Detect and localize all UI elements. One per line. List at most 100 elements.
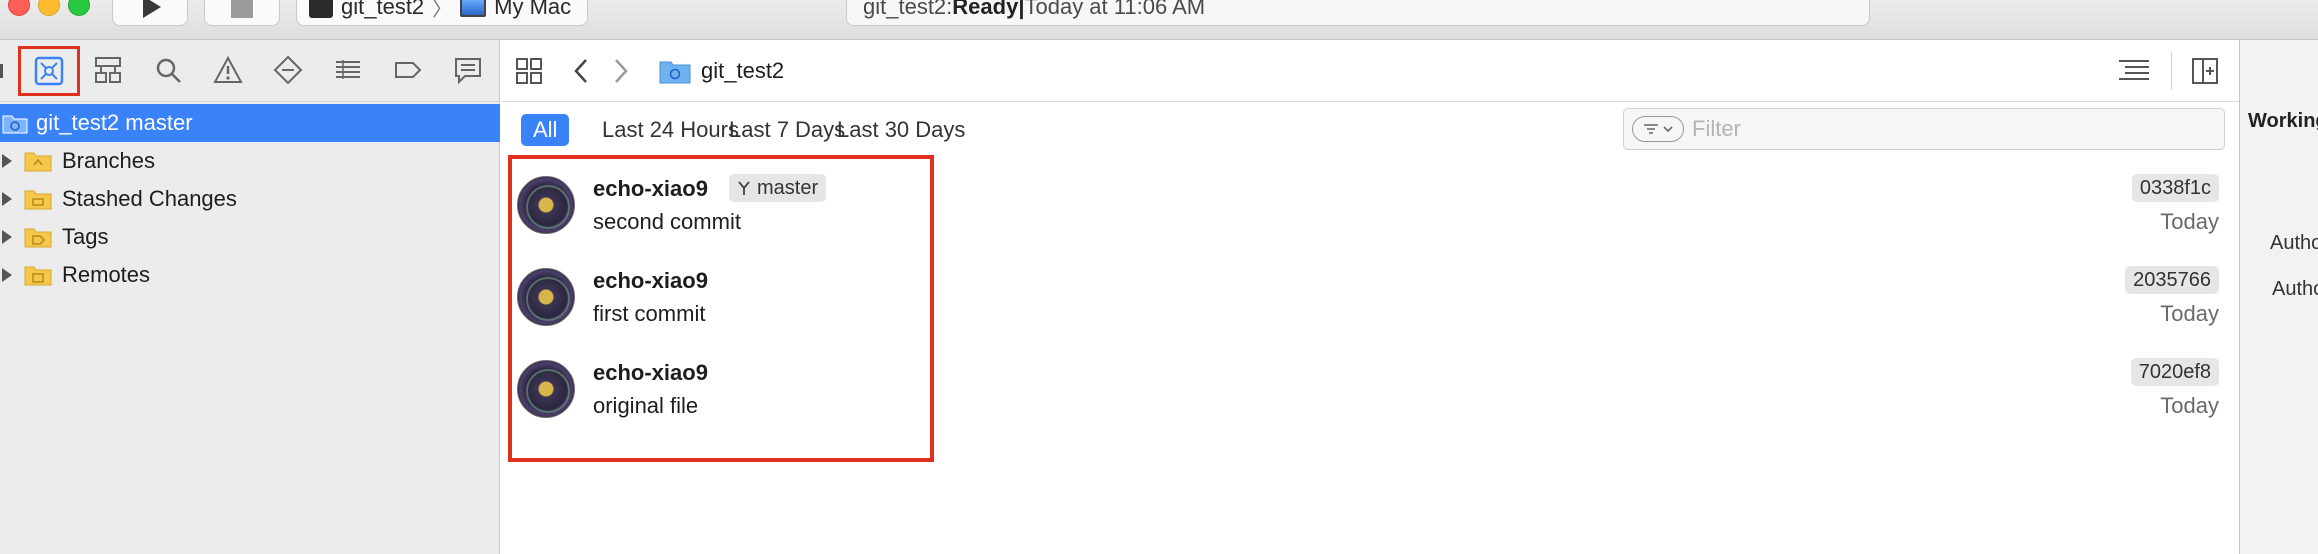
branches-folder-icon (24, 150, 52, 172)
activity-time: Today at 11:06 AM (1024, 0, 1206, 19)
diamond-test-icon (273, 55, 303, 85)
commit-row[interactable]: echo-xiao9 first commit 2035766 Today (501, 250, 2239, 342)
branch-badge: master (729, 174, 827, 202)
tab-issue-navigator[interactable] (208, 50, 248, 90)
filter-tab-last-30-days[interactable]: Last 30 Days (825, 114, 977, 146)
tab-source-control-navigator[interactable] (18, 46, 80, 96)
repository-folder-icon (2, 115, 28, 134)
scheme-selector[interactable]: git_test2 〉 My Mac (296, 0, 589, 26)
commit-author: echo-xiao9 (593, 360, 708, 385)
filter-field[interactable]: Filter (1623, 108, 2225, 150)
stop-button[interactable] (204, 0, 280, 26)
debug-list-icon (336, 60, 360, 79)
disclosure-triangle-icon[interactable] (2, 268, 12, 282)
tab-breakpoint-navigator[interactable] (388, 50, 428, 90)
run-button[interactable] (112, 0, 188, 26)
activity-viewer: git_test2: Ready | Today at 11:06 AM (846, 0, 1870, 26)
stop-icon (231, 0, 253, 18)
history-filter-bar: All Last 24 Hours Last 7 Days Last 30 Da… (501, 102, 2239, 158)
commit-date: Today (2160, 393, 2219, 418)
hierarchy-icon (95, 57, 121, 83)
inspector-author-label: Author (2270, 232, 2318, 254)
window-titlebar: git_test2 〉 My Mac git_test2: Ready | To… (0, 0, 2318, 40)
filter-tab-all[interactable]: All (521, 114, 570, 146)
breakpoint-icon (395, 62, 422, 78)
chevron-down-icon (1663, 126, 1673, 133)
repository-folder-icon (659, 61, 691, 84)
navigator-pane: git_test2 master Branches Stashed Change… (0, 40, 500, 554)
disclosure-triangle-icon[interactable] (2, 192, 12, 206)
chevron-right-icon: 〉 (432, 0, 453, 21)
back-button[interactable] (571, 40, 591, 102)
filter-placeholder: Filter (1692, 116, 1741, 141)
split-editor-icon (2192, 58, 2218, 84)
xcode-window: git_test2 〉 My Mac git_test2: Ready | To… (0, 0, 2318, 554)
nav-item-remotes[interactable]: Remotes (0, 256, 500, 294)
tab-find-navigator[interactable] (148, 50, 188, 90)
scheme-destination-label: My Mac (494, 0, 572, 19)
inspector-title: Working (2248, 110, 2318, 132)
tab-debug-navigator[interactable] (328, 50, 368, 90)
nav-item-label: Branches (62, 148, 155, 173)
commit-hash: 0338f1c (2131, 174, 2219, 202)
play-icon (143, 0, 161, 18)
remotes-folder-icon (24, 264, 52, 286)
commit-message: first commit (593, 301, 706, 326)
filter-options-button[interactable] (1632, 116, 1684, 142)
nav-item-branches[interactable]: Branches (0, 142, 500, 180)
editor-options-button[interactable] (2117, 40, 2151, 102)
nav-item-tags[interactable]: Tags (0, 218, 500, 256)
nav-item-label: Remotes (62, 262, 151, 287)
app-target-icon (309, 0, 333, 18)
commit-author: echo-xiao9 (593, 268, 708, 293)
inspector-author-label: Author (2272, 278, 2318, 300)
mac-destination-icon (460, 0, 487, 17)
disclosure-triangle-icon[interactable] (2, 230, 12, 244)
toolbar-divider (2171, 52, 2172, 90)
report-bubble-icon (455, 58, 481, 85)
commit-row[interactable]: echo-xiao9 master second commit 0338f1c … (501, 158, 2239, 250)
nav-item-stashed-changes[interactable]: Stashed Changes (0, 180, 500, 218)
author-avatar (517, 268, 575, 326)
disclosure-triangle-icon[interactable] (2, 154, 12, 168)
commit-date: Today (2160, 209, 2219, 234)
close-window-button[interactable] (8, 0, 30, 16)
commit-author: echo-xiao9 (593, 176, 708, 201)
commit-hash: 7020ef8 (2130, 358, 2219, 386)
related-items-button[interactable] (515, 40, 543, 102)
minimize-window-button[interactable] (38, 0, 60, 16)
activity-status: Ready (952, 0, 1019, 19)
repository-row[interactable]: git_test2 master (0, 104, 500, 142)
commit-message: original file (593, 393, 699, 418)
branch-badge-label: master (757, 176, 819, 199)
author-avatar (517, 176, 575, 234)
editor-jump-bar: git_test2 (501, 40, 2239, 102)
inspector-pane: Working Author Author (2239, 40, 2318, 554)
chevron-left-icon (574, 59, 587, 83)
breadcrumb-label: git_test2 (701, 58, 785, 83)
navigator-edge-marker (0, 64, 3, 78)
grid-icon (516, 58, 542, 84)
commit-row[interactable]: echo-xiao9 original file 7020ef8 Today (501, 342, 2239, 434)
filter-lines-icon (1644, 124, 1658, 134)
commit-message: second commit (593, 209, 741, 234)
tab-report-navigator[interactable] (448, 50, 488, 90)
tab-symbol-navigator[interactable] (88, 50, 128, 90)
source-control-icon (34, 56, 64, 86)
navigator-tab-bar (0, 40, 500, 102)
forward-button[interactable] (611, 40, 631, 102)
add-editor-button[interactable] (2191, 40, 2219, 102)
commit-date: Today (2160, 301, 2219, 326)
tags-folder-icon (24, 226, 52, 248)
warning-icon (213, 55, 243, 83)
zoom-window-button[interactable] (68, 0, 90, 16)
tab-test-navigator[interactable] (268, 50, 308, 90)
chevron-right-icon (615, 59, 628, 83)
search-icon (156, 58, 181, 83)
author-avatar (517, 360, 575, 418)
stash-folder-icon (24, 188, 52, 210)
breadcrumb[interactable]: git_test2 (659, 40, 784, 102)
nav-item-label: Tags (62, 224, 109, 249)
branch-icon (738, 181, 750, 195)
commit-hash: 2035766 (2125, 266, 2219, 294)
